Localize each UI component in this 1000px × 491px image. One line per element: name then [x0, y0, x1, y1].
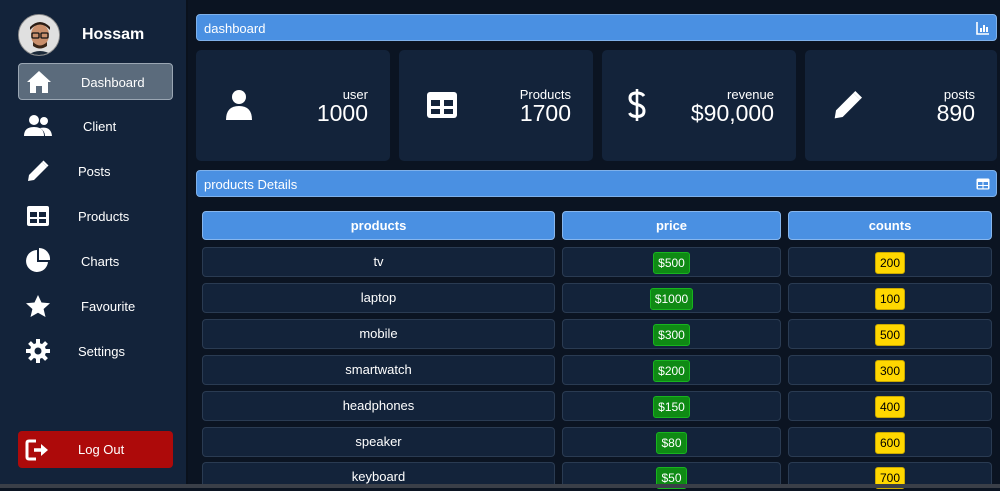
price-cell: $500	[562, 247, 781, 277]
sidebar-item-label: Charts	[81, 254, 120, 269]
count-cell: 400	[788, 391, 992, 421]
sidebar-item-posts[interactable]: Posts	[18, 153, 173, 190]
price-cell: $1000	[562, 283, 781, 313]
stat-value: $90,000	[690, 100, 774, 126]
count-cell: 600	[788, 427, 992, 457]
sidebar-item-label: Settings	[78, 344, 125, 359]
sidebar-item-charts[interactable]: Charts	[18, 243, 173, 280]
count-badge: 200	[874, 251, 906, 274]
column-header-products[interactable]: products	[202, 211, 555, 240]
price-cell: $150	[562, 391, 781, 421]
pencil-icon	[831, 88, 865, 122]
logout-label: Log Out	[78, 442, 125, 457]
sidebar-item-label: Products	[78, 209, 130, 224]
count-cell: 700	[788, 462, 992, 489]
count-badge: 500	[874, 323, 906, 346]
sidebar-item-label: Client	[83, 119, 117, 134]
gear-icon	[23, 337, 53, 365]
price-badge: $150	[653, 395, 690, 418]
table-icon	[425, 88, 459, 122]
home-icon	[24, 68, 54, 96]
dollar-icon	[620, 88, 654, 122]
count-cell: 100	[788, 283, 992, 313]
price-badge: $1000	[649, 287, 694, 310]
stat-value: 1700	[519, 100, 571, 126]
sign-out-icon	[24, 437, 52, 463]
price-cell: $200	[562, 355, 781, 385]
count-badge: 600	[874, 431, 906, 454]
products-details-bar: products Details	[196, 170, 997, 197]
stat-card-revenue: revenue $90,000	[602, 50, 796, 161]
stat-card-user: user 1000	[196, 50, 390, 161]
products-details-title: products Details	[204, 177, 298, 192]
product-name-cell: mobile	[202, 319, 555, 349]
count-badge: 100	[874, 287, 906, 310]
count-cell: 300	[788, 355, 992, 385]
pencil-icon	[23, 157, 53, 185]
column-header-counts[interactable]: counts	[788, 211, 992, 240]
stat-card-products: Products 1700	[399, 50, 593, 161]
price-cell: $300	[562, 319, 781, 349]
table-icon	[23, 202, 53, 230]
sidebar-item-settings[interactable]: Settings	[18, 333, 173, 370]
sidebar-item-dashboard[interactable]: Dashboard	[18, 63, 173, 100]
sidebar-item-products[interactable]: Products	[18, 198, 173, 235]
avatar[interactable]	[18, 14, 60, 56]
dashboard-bar: dashboard	[196, 14, 997, 41]
pie-chart-icon	[23, 247, 53, 275]
count-badge: 400	[874, 395, 906, 418]
price-badge: $200	[653, 359, 690, 382]
sidebar: Hossam Dashboard Client Posts Products C…	[0, 0, 188, 488]
chart-icon[interactable]	[976, 21, 990, 35]
star-icon	[23, 292, 53, 320]
users-icon	[23, 112, 53, 140]
sidebar-item-label: Posts	[78, 164, 111, 179]
stat-card-posts: posts 890	[805, 50, 997, 161]
product-name-cell: tv	[202, 247, 555, 277]
price-badge: $80	[656, 431, 687, 454]
sidebar-item-label: Favourite	[81, 299, 136, 314]
product-name-cell: headphones	[202, 391, 555, 421]
profile-name: Hossam	[82, 26, 145, 43]
sidebar-item-label: Dashboard	[81, 75, 145, 90]
dashboard-title: dashboard	[204, 21, 266, 36]
product-name-cell: laptop	[202, 283, 555, 313]
price-badge: $500	[653, 251, 690, 274]
sidebar-item-client[interactable]: Client	[18, 108, 173, 145]
user-icon	[222, 88, 256, 122]
logout-button[interactable]: Log Out	[18, 431, 173, 468]
stat-value: 890	[936, 100, 975, 126]
product-name-cell: smartwatch	[202, 355, 555, 385]
window-bottom-edge	[0, 484, 1000, 488]
price-badge: $300	[653, 323, 690, 346]
sidebar-item-favourite[interactable]: Favourite	[18, 288, 173, 325]
count-cell: 500	[788, 319, 992, 349]
product-name-cell: keyboard	[202, 462, 555, 484]
count-cell: 200	[788, 247, 992, 277]
product-name-cell: speaker	[202, 427, 555, 457]
price-cell: $80	[562, 427, 781, 457]
table-icon[interactable]	[976, 177, 990, 191]
profile: Hossam	[18, 14, 178, 56]
stat-value: 1000	[316, 100, 368, 126]
price-cell: $50	[562, 462, 781, 489]
column-header-price[interactable]: price	[562, 211, 781, 240]
count-badge: 300	[874, 359, 906, 382]
